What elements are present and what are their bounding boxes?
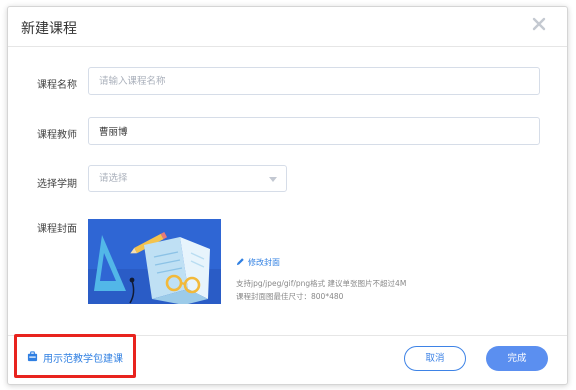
dialog-header: 新建课程 xyxy=(8,7,567,47)
term-select[interactable]: 请选择 xyxy=(88,165,287,192)
course-cover-label: 课程封面 xyxy=(37,224,77,235)
new-course-dialog: 新建课程 课程名称 课程教师 选择学期 请选择 课程封面 xyxy=(7,6,568,385)
course-name-label: 课程名称 xyxy=(37,80,77,91)
course-teacher-label: 课程教师 xyxy=(37,130,77,141)
cover-size-hint: 课程封面图最佳尺寸：800*480 xyxy=(236,292,344,301)
course-teacher-input[interactable] xyxy=(88,117,540,145)
close-icon[interactable] xyxy=(531,16,547,32)
term-label: 选择学期 xyxy=(37,179,77,190)
cancel-button[interactable]: 取消 xyxy=(404,346,466,371)
dialog-title: 新建课程 xyxy=(21,21,77,37)
course-cover-image xyxy=(88,219,221,304)
done-button[interactable]: 完成 xyxy=(486,346,548,371)
cover-format-hint: 支持jpg/jpeg/gif/png格式 建议单张图片不超过4M xyxy=(236,279,407,288)
highlight-box xyxy=(14,334,136,378)
edit-cover-link[interactable]: 修改封面 xyxy=(236,257,280,268)
pencil-icon xyxy=(236,257,245,268)
edit-cover-label: 修改封面 xyxy=(248,258,280,267)
caret-down-icon xyxy=(269,177,277,182)
course-name-input[interactable] xyxy=(88,67,540,95)
term-select-placeholder: 请选择 xyxy=(99,173,128,184)
